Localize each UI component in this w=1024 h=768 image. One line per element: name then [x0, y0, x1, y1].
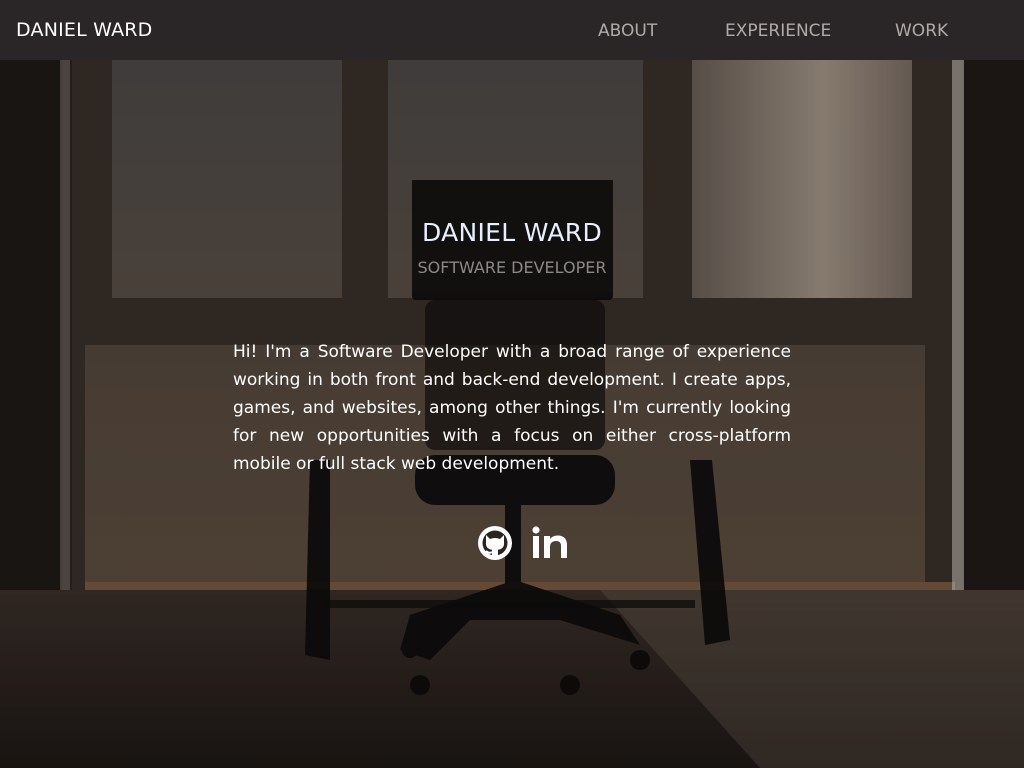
hero-section: DANIEL WARD SOFTWARE DEVELOPER Hi! I'm a… [0, 60, 1024, 768]
nav-link-work[interactable]: WORK [895, 21, 948, 41]
hero-name: DANIEL WARD [421, 218, 603, 247]
navbar: DANIEL WARD ABOUT EXPERIENCE WORK [0, 0, 1024, 60]
hero-bio: Hi! I'm a Software Developer with a broa… [233, 342, 791, 474]
github-icon[interactable] [477, 525, 513, 561]
nav-link-experience[interactable]: EXPERIENCE [725, 21, 831, 41]
hero-role: SOFTWARE DEVELOPER [417, 258, 607, 277]
brand-logo[interactable]: DANIEL WARD [16, 19, 153, 41]
nav-link-about[interactable]: ABOUT [598, 21, 657, 41]
linkedin-icon[interactable] [531, 525, 569, 561]
